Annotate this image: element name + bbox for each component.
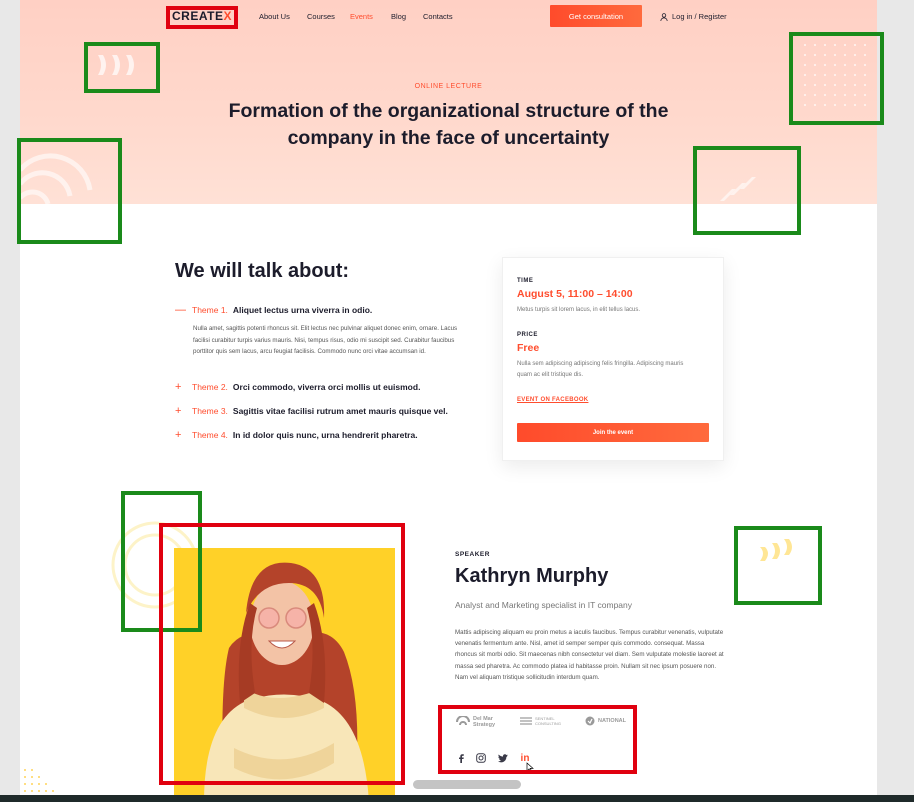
collapse-icon: — — [175, 304, 186, 316]
nav-link-events[interactable]: Events — [350, 12, 373, 21]
expand-icon: + — [175, 381, 182, 393]
login-register-link[interactable]: Log in / Register — [660, 12, 727, 21]
theme-item-3[interactable]: + Theme 3. Sagittis vitae facilisi rutru… — [175, 405, 448, 417]
price-value: Free — [517, 342, 540, 354]
time-description: Metus turpis sit lorem lacus, in elit te… — [517, 307, 641, 313]
expand-icon: + — [175, 429, 182, 441]
nav-link-blog[interactable]: Blog — [391, 12, 406, 21]
annotation-box-red — [166, 6, 238, 29]
theme-item-1[interactable]: — Theme 1. Aliquet lectus urna viverra i… — [175, 304, 372, 316]
theme-number: Theme 2. — [192, 382, 228, 392]
theme-item-4[interactable]: + Theme 4. In id dolor quis nunc, urna h… — [175, 429, 418, 441]
page: CREATEX About Us Courses Events Blog Con… — [20, 0, 877, 802]
page-title: Formation of the organizational structur… — [228, 100, 669, 149]
nav-link-contacts[interactable]: Contacts — [423, 12, 453, 21]
get-consultation-button[interactable]: Get consultation — [550, 5, 642, 27]
theme-text: Orci commodo, viverra orci mollis ut eui… — [232, 382, 421, 392]
theme-text: Sagittis vitae facilisi rutrum amet maur… — [232, 406, 448, 416]
theme-text: In id dolor quis nunc, urna hendrerit ph… — [232, 430, 418, 440]
annotation-box-red — [438, 705, 637, 774]
time-label: TIME — [517, 278, 534, 284]
top-nav: CREATEX About Us Courses Events Blog Con… — [20, 0, 877, 34]
theme-item-2[interactable]: + Theme 2. Orci commodo, viverra orci mo… — [175, 381, 420, 393]
join-event-button[interactable]: Join the event — [517, 423, 709, 442]
theme-number: Theme 1. — [192, 305, 228, 315]
speaker-tag: SPEAKER — [455, 551, 490, 558]
bottom-bar — [0, 795, 914, 802]
speaker-bio: Mattis adipiscing aliquam eu proin metus… — [455, 629, 724, 681]
event-info-card: TIME August 5, 11:00 – 14:00 Metus turpi… — [502, 257, 724, 461]
theme-text: Aliquet lectus urna viverra in odio. — [232, 305, 373, 315]
speaker-name: Kathryn Murphy — [455, 565, 609, 587]
nav-link-courses[interactable]: Courses — [307, 12, 335, 21]
expand-icon: + — [175, 405, 182, 417]
theme-number: Theme 3. — [192, 406, 228, 416]
horizontal-scrollbar[interactable] — [413, 780, 521, 789]
nav-link-about[interactable]: About Us — [259, 12, 290, 21]
event-on-facebook-link[interactable]: EVENT ON FACEBOOK — [517, 397, 588, 403]
decor-dots-yellow-icon — [24, 769, 54, 792]
talk-title: We will talk about: — [175, 260, 350, 282]
price-description: Nulla sem adipiscing adipiscing felis fr… — [517, 361, 684, 378]
annotation-box-green — [693, 146, 801, 235]
user-icon — [660, 12, 668, 21]
login-label: Log in / Register — [672, 12, 727, 21]
annotation-box-green — [734, 526, 822, 605]
annotation-box-green — [17, 138, 122, 244]
annotation-box-green — [84, 42, 160, 93]
speaker-role: Analyst and Marketing specialist in IT c… — [455, 600, 633, 610]
annotation-box-green — [789, 32, 884, 125]
annotation-box-red — [159, 523, 405, 785]
price-label: PRICE — [517, 332, 538, 338]
theme-number: Theme 4. — [192, 430, 228, 440]
time-value: August 5, 11:00 – 14:00 — [517, 288, 633, 300]
theme-1-body: Nulla amet, sagittis potenti rhoncus sit… — [193, 325, 458, 355]
